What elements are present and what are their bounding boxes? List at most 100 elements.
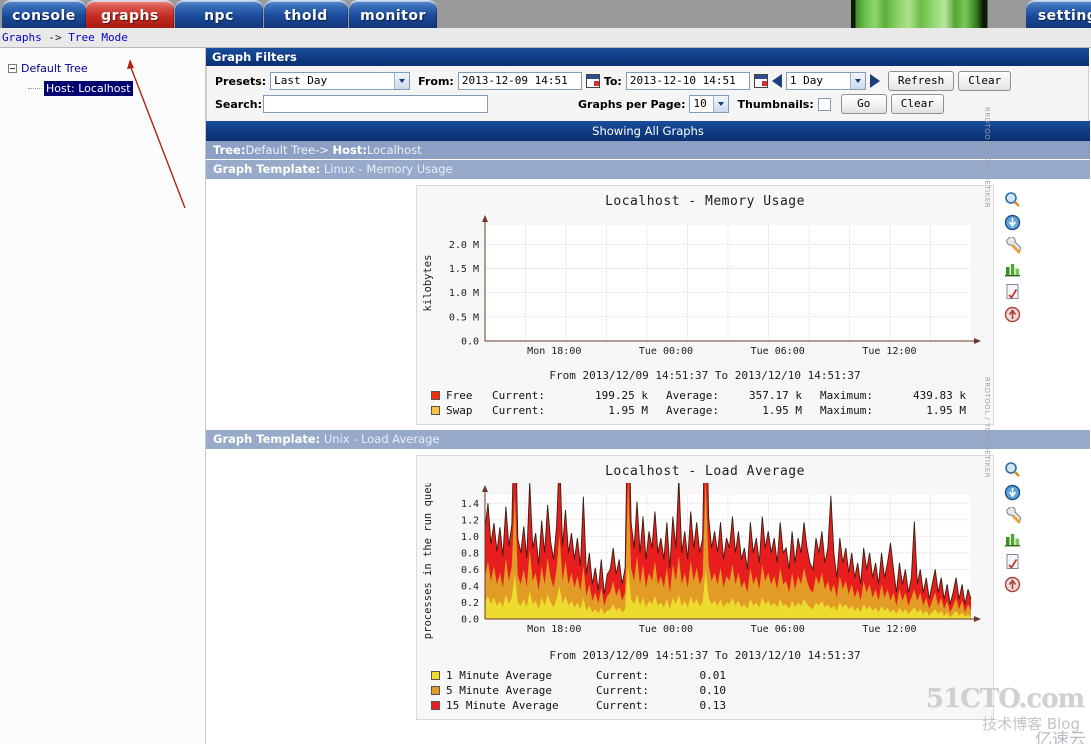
graph-actions-load — [994, 455, 1028, 720]
breadcrumb-current: Tree Mode — [68, 31, 128, 44]
tab-npc[interactable]: npc — [175, 0, 263, 28]
breadcrumb-root[interactable]: Graphs — [2, 31, 42, 44]
legend-current-value-free: 199.25 k — [595, 389, 648, 402]
graph-footer-memory: From 2013/12/09 14:51:37 To 2013/12/10 1… — [549, 369, 861, 382]
legend-average-value-free: 357.17 k — [749, 389, 802, 402]
chevron-down-icon-range[interactable] — [849, 73, 865, 89]
tree-collapse-icon[interactable] — [8, 63, 17, 73]
blue-down-arrow-icon[interactable] — [1004, 484, 1021, 501]
thumbnails-checkbox[interactable] — [817, 97, 831, 111]
legend-swatch-5min — [431, 686, 440, 695]
tree-node-label[interactable]: Default Tree — [21, 62, 88, 75]
go-button[interactable]: Go — [840, 94, 887, 114]
graphs-per-page-label: Graphs per Page: — [578, 97, 686, 111]
tab-console-label: console — [12, 8, 76, 24]
svg-text:kilobytes: kilobytes — [422, 255, 434, 312]
breadcrumb-separator: -> — [41, 31, 69, 44]
graph-plot-load: 0.0 0.2 0.4 0.6 0.8 1.0 1.2 1.4 Mon 18:00 Tue 00:… — [417, 363, 993, 646]
chevron-down-icon-perpage[interactable] — [713, 96, 729, 112]
to-label: To: — [603, 74, 622, 88]
range-select[interactable]: 1 Day — [785, 72, 866, 90]
graph-card-memory[interactable]: RRDTOOL / TOBI OETIKER Localhost - Memor… — [416, 107, 994, 425]
header-banner-graphic — [851, 0, 1001, 28]
legend-current-value-5min: 0.10 — [699, 684, 727, 697]
svg-text:Tue 06:00: Tue 06:00 — [751, 346, 805, 357]
graph-filters-panel: Graph Filters Presets: Last Day From: 20… — [206, 48, 1089, 121]
tree-node-label-selected[interactable]: Host: Localhost — [44, 80, 133, 96]
filters-row-1: Presets: Last Day From: 2013-12-09 14:51… — [207, 70, 1088, 92]
tree-path-host-label: Host: — [332, 143, 367, 157]
svg-text:Tue 12:00: Tue 12:00 — [862, 346, 916, 357]
legend-current-label-15min: Current: — [596, 699, 649, 712]
chevron-down-icon[interactable] — [394, 73, 410, 89]
tab-monitor[interactable]: monitor — [349, 0, 437, 28]
legend-swatch-swap — [431, 406, 440, 415]
presets-value: Last Day — [274, 74, 328, 87]
magnifier-zoom-icon[interactable] — [1004, 191, 1021, 208]
wrench-properties-icon[interactable] — [1004, 237, 1021, 254]
site-watermark-secondary: 亿速云 — [1035, 730, 1086, 744]
legend-row-5min: 5 Minute Average Current: 0.10 — [431, 683, 993, 698]
tree-path-tree-value: Default Tree-> — [245, 143, 329, 157]
bar-chart-icon[interactable] — [1004, 260, 1021, 277]
graph-filters-title: Graph Filters — [206, 48, 1089, 66]
to-input[interactable]: 2013-12-10 14:51 — [625, 72, 750, 90]
tab-console[interactable]: console — [2, 0, 86, 28]
graph-title-load: Localhost - Load Average — [605, 464, 805, 479]
tree-path-bar: Tree:Default Tree-> Host:Localhost — [206, 141, 1090, 160]
legend-swatch-15min — [431, 701, 440, 710]
wrench-properties-icon[interactable] — [1004, 507, 1021, 524]
graph-template-label-2: Graph Template: — [213, 432, 321, 446]
page-check-icon[interactable] — [1004, 283, 1021, 300]
range-next-arrow-icon[interactable] — [869, 74, 880, 88]
legend-current-label-5min: Current: — [596, 684, 649, 697]
graph-card-load[interactable]: RRDTOOL / TOBI OETIKER Localhost - Load … — [416, 363, 994, 720]
clear-search-button[interactable]: Clear — [890, 94, 944, 114]
tab-thold[interactable]: thold — [264, 0, 348, 28]
tree-node-host-localhost[interactable]: Host: Localhost — [6, 80, 205, 96]
graph-legend-load: 1 Minute Average Current: 0.01 5 Minute Av… — [417, 666, 993, 719]
legend-average-value-swap: 1.95 M — [762, 404, 802, 417]
from-label: From: — [418, 74, 454, 88]
search-input[interactable] — [263, 95, 488, 113]
legend-row-free: Free Current: 199.25 k Average: 357.17 k Maxi… — [431, 388, 993, 403]
graph-template-bar-memory: Graph Template: Linux - Memory Usage — [206, 160, 1090, 179]
magnifier-zoom-icon[interactable] — [1004, 461, 1021, 478]
legend-name-15min: 15 Minute Average — [446, 699, 559, 712]
legend-maximum-label-swap: Maximum: — [820, 404, 873, 417]
svg-text:0.5 M: 0.5 M — [449, 312, 479, 323]
svg-text:Mon 18:00: Mon 18:00 — [527, 624, 581, 635]
tab-settings-label: settings — [1037, 8, 1091, 24]
tree-path-host-value: Localhost — [367, 143, 422, 157]
graph-left-spacer-1 — [206, 185, 416, 425]
calendar-icon-to[interactable] — [753, 74, 768, 88]
page-check-icon[interactable] — [1004, 553, 1021, 570]
breadcrumb: Graphs -> Tree Mode — [0, 28, 1091, 48]
load-average-chart-svg: 0.0 0.2 0.4 0.6 0.8 1.0 1.2 1.4 Mon 18:00 Tue 00:… — [422, 363, 981, 639]
thumbnails-label: Thumbnails: — [737, 97, 814, 111]
presets-select[interactable]: Last Day — [270, 72, 411, 90]
graphs-per-page-select[interactable]: 10 — [689, 95, 730, 113]
tree-node-default-tree[interactable]: Default Tree — [6, 60, 205, 76]
calendar-icon-from[interactable] — [585, 74, 600, 88]
graph-content-area: Graph Filters Presets: Last Day From: 20… — [206, 48, 1090, 744]
svg-text:Tue 00:00: Tue 00:00 — [639, 346, 693, 357]
legend-name-5min: 5 Minute Average — [446, 684, 552, 697]
tab-graphs[interactable]: graphs — [86, 0, 174, 28]
range-prev-arrow-icon[interactable] — [771, 74, 782, 88]
tree-sidebar: Default Tree Host: Localhost — [0, 48, 206, 744]
legend-current-value-15min: 0.13 — [699, 699, 727, 712]
bar-chart-icon[interactable] — [1004, 530, 1021, 547]
svg-text:1.0 M: 1.0 M — [449, 288, 479, 299]
svg-text:Tue 12:00: Tue 12:00 — [862, 624, 916, 635]
red-up-arrow-icon[interactable] — [1004, 576, 1021, 593]
graph-filters-body: Presets: Last Day From: 2013-12-09 14:51… — [206, 66, 1089, 121]
red-up-arrow-icon[interactable] — [1004, 306, 1021, 323]
svg-text:0.8: 0.8 — [461, 548, 479, 559]
clear-button[interactable]: Clear — [958, 71, 1012, 91]
from-input[interactable]: 2013-12-09 14:51 — [457, 72, 582, 90]
legend-average-label-swap: Average: — [666, 404, 719, 417]
blue-down-arrow-icon[interactable] — [1004, 214, 1021, 231]
tab-settings[interactable]: settings — [1026, 0, 1091, 28]
refresh-button[interactable]: Refresh — [887, 71, 955, 91]
